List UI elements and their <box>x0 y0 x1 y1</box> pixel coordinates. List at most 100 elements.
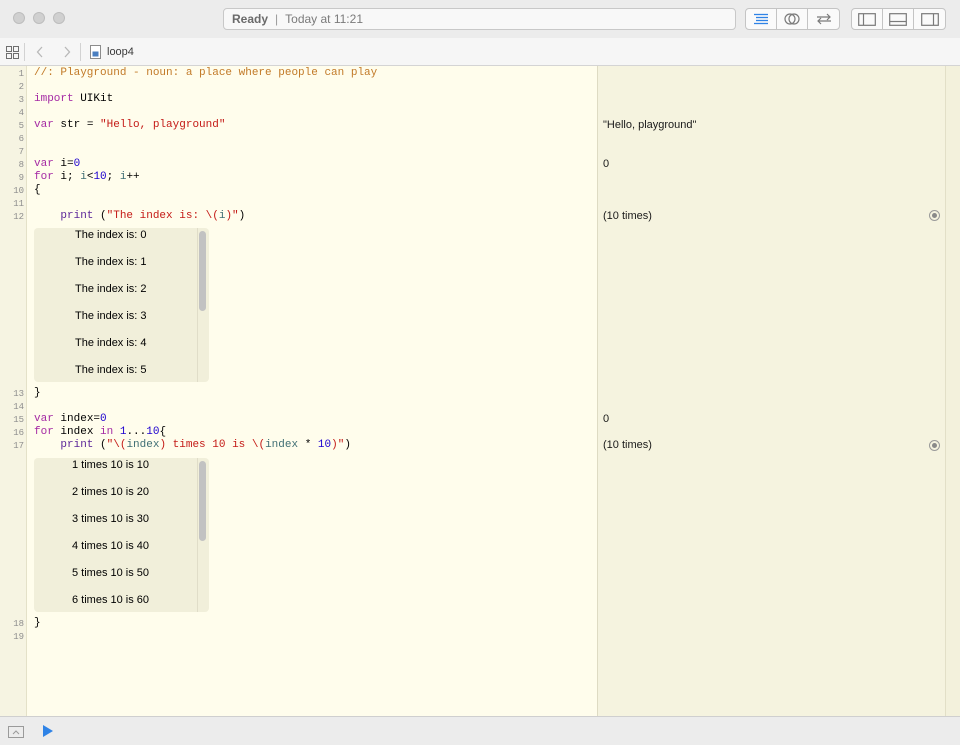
close-window-button[interactable] <box>13 12 25 24</box>
line-number: 19 <box>13 632 24 642</box>
inline-result-toggle-icon[interactable] <box>929 440 940 451</box>
utilities-toggle-button[interactable] <box>914 9 945 29</box>
line-number: 15 <box>13 415 24 425</box>
console-line: 3 times 10 is 30 <box>72 513 150 525</box>
number-token: 10 <box>146 426 160 438</box>
line-number: 5 <box>18 121 24 131</box>
console-line: 6 times 10 is 60 <box>72 594 150 606</box>
string-token: )" <box>331 439 345 451</box>
code-text: ... <box>126 426 147 438</box>
utilities-toggle-icon <box>920 12 939 26</box>
result-line-17[interactable]: (10 times) <box>603 439 652 452</box>
console-line: The index is: 2 <box>75 283 147 295</box>
standard-editor-icon <box>754 13 768 25</box>
navigator-toggle-button[interactable] <box>852 9 883 29</box>
show-debug-area-icon <box>8 726 24 738</box>
line-number: 7 <box>18 147 24 157</box>
code-line-3[interactable]: import UIKit <box>34 93 113 106</box>
zoom-window-button[interactable] <box>53 12 65 24</box>
view-toggle-segmented-control <box>851 8 946 30</box>
code-text: { <box>34 184 41 196</box>
function-token: print <box>60 210 94 222</box>
playground-file-icon <box>88 44 102 60</box>
run-icon <box>43 725 53 737</box>
result-line-8[interactable]: 0 <box>603 158 609 171</box>
assistant-editor-icon <box>784 13 800 25</box>
back-button[interactable] <box>33 45 47 59</box>
string-token: "\( <box>106 439 127 451</box>
console-line: 5 times 10 is 50 <box>72 567 150 579</box>
show-debug-area-button[interactable] <box>8 725 24 738</box>
run-button[interactable] <box>42 724 56 738</box>
code-text: ) <box>238 210 246 222</box>
related-items-button[interactable] <box>5 45 19 59</box>
console-scrollbar[interactable] <box>199 461 206 541</box>
console-scrollbar[interactable] <box>199 231 206 311</box>
keyword-token: for <box>34 171 54 183</box>
debug-area-toggle-button[interactable] <box>883 9 914 29</box>
inline-result-toggle-icon[interactable] <box>929 210 940 221</box>
code-line-18[interactable]: } <box>34 617 41 630</box>
comment-token: //: Playground - noun: a place where peo… <box>34 67 378 79</box>
string-token: "Hello, playground" <box>100 119 226 131</box>
result-line-12[interactable]: (10 times) <box>603 210 652 223</box>
bottom-toolbar <box>0 716 960 745</box>
code-line-5[interactable]: var str = "Hello, playground" <box>34 119 225 132</box>
line-number: 4 <box>18 108 24 118</box>
line-number: 8 <box>18 160 24 170</box>
status-separator: | <box>275 12 279 26</box>
title-bar: Ready | Today at 11:21 <box>0 0 960 38</box>
string-token: )" <box>225 210 239 222</box>
code-line-8[interactable]: var i=0 <box>34 158 80 171</box>
line-number: 18 <box>13 619 24 629</box>
line-number: 6 <box>18 134 24 144</box>
assistant-editor-button[interactable] <box>777 9 808 29</box>
line-number: 11 <box>13 199 24 209</box>
code-text: i; <box>53 171 81 183</box>
inline-result-console-1[interactable]: The index is: 0 The index is: 1 The inde… <box>34 228 209 382</box>
code-text: } <box>34 617 41 629</box>
console-line: The index is: 0 <box>75 229 147 241</box>
console-line: The index is: 5 <box>75 364 147 376</box>
code-line-15[interactable]: var index=0 <box>34 413 107 426</box>
code-line-9[interactable]: for i; i<10; i++ <box>34 171 140 184</box>
code-text: } <box>34 387 41 399</box>
keyword-token: in <box>100 426 114 438</box>
line-number: 10 <box>13 186 24 196</box>
result-line-15[interactable]: 0 <box>603 413 609 426</box>
inline-result-console-2[interactable]: 1 times 10 is 10 2 times 10 is 20 3 time… <box>34 458 209 612</box>
keyword-token: var <box>34 413 54 425</box>
console-line: 4 times 10 is 40 <box>72 540 150 552</box>
code-text: ( <box>93 210 107 222</box>
standard-editor-button[interactable] <box>746 9 777 29</box>
code-line-12[interactable]: print ("The index is: \(i)") <box>34 210 245 223</box>
code-text: index <box>53 426 101 438</box>
number-token: 0 <box>73 158 81 170</box>
results-scroll-strip <box>945 66 960 716</box>
line-number: 13 <box>13 389 24 399</box>
navigator-toggle-icon <box>858 12 876 26</box>
code-text: ++ <box>126 171 140 183</box>
playground-editor: 1 2 3 4 5 6 7 8 9 10 11 12 13 14 15 16 1… <box>0 66 960 716</box>
code-line-10[interactable]: { <box>34 184 41 197</box>
function-token: print <box>60 439 94 451</box>
keyword-token: import <box>34 93 74 105</box>
version-editor-button[interactable] <box>808 9 839 29</box>
version-editor-icon <box>816 13 831 25</box>
console-line: 2 times 10 is 20 <box>72 486 150 498</box>
debug-area-toggle-icon <box>889 12 907 26</box>
code-line-16[interactable]: for index in 1...10{ <box>34 426 166 439</box>
chevron-left-icon <box>36 46 43 58</box>
code-line-13[interactable]: } <box>34 387 41 400</box>
code-line-17[interactable]: print ("\(index) times 10 is \(index * 1… <box>34 439 351 452</box>
file-name-crumb[interactable]: loop4 <box>107 45 134 59</box>
jump-bar: loop4 <box>0 38 960 66</box>
line-number: 9 <box>18 173 24 183</box>
code-text: * <box>298 439 318 451</box>
status-time: Today at 11:21 <box>285 12 363 26</box>
forward-button[interactable] <box>60 45 74 59</box>
number-token: 10 <box>93 171 107 183</box>
result-line-5[interactable]: "Hello, playground" <box>603 119 696 132</box>
code-line-1[interactable]: //: Playground - noun: a place where peo… <box>34 67 377 80</box>
minimize-window-button[interactable] <box>33 12 45 24</box>
